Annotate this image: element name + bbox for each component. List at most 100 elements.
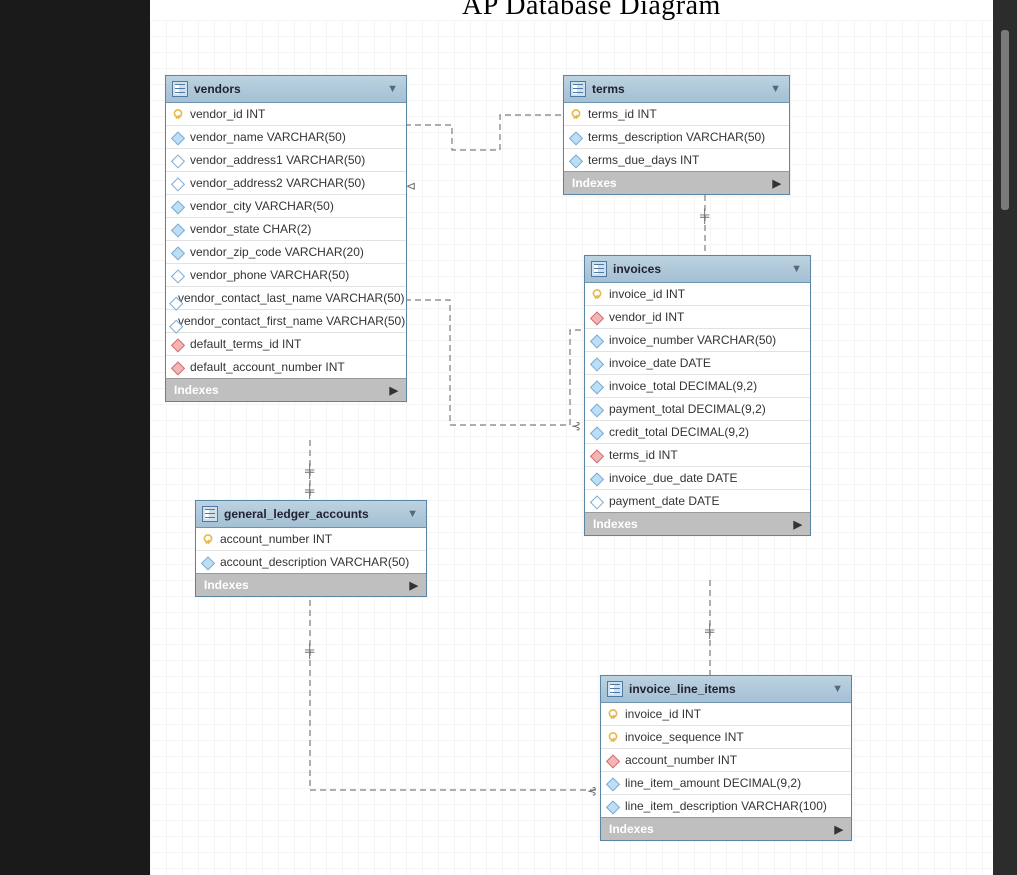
column-row[interactable]: vendor_contact_first_name VARCHAR(50) [166, 310, 406, 333]
column-row[interactable]: terms_due_days INT [564, 149, 789, 171]
page: AP Database Diagram ⊲ ⊰ ╪ ╪ ╪ ╪ ╪ ⊰ [0, 0, 1017, 875]
column-row[interactable]: invoice_id INT [585, 283, 810, 306]
column-row[interactable]: account_number INT [196, 528, 426, 551]
table-icon [591, 261, 607, 277]
entity-header[interactable]: vendors ▼ [166, 76, 406, 103]
column-icon [589, 378, 606, 395]
column-text: invoice_number VARCHAR(50) [609, 333, 776, 347]
entity-header[interactable]: invoices ▼ [585, 256, 810, 283]
column-row[interactable]: vendor_id INT [585, 306, 810, 329]
expand-icon[interactable]: ▶ [835, 823, 843, 836]
column-row[interactable]: invoice_due_date DATE [585, 467, 810, 490]
column-row[interactable]: vendor_contact_last_name VARCHAR(50) [166, 287, 406, 310]
collapse-icon[interactable]: ▼ [770, 83, 781, 95]
column-icon [170, 198, 187, 215]
column-row[interactable]: vendor_state CHAR(2) [166, 218, 406, 241]
entity-invoices[interactable]: invoices ▼ invoice_id INT vendor_id INT in… [584, 255, 811, 536]
column-row[interactable]: default_account_number INT [166, 356, 406, 378]
column-icon [170, 129, 187, 146]
indexes-section[interactable]: Indexes ▶ [585, 512, 810, 535]
column-row[interactable]: vendor_city VARCHAR(50) [166, 195, 406, 218]
column-row[interactable]: vendor_id INT [166, 103, 406, 126]
collapse-icon[interactable]: ▼ [387, 83, 398, 95]
indexes-label: Indexes [572, 176, 617, 190]
entity-header[interactable]: general_ledger_accounts ▼ [196, 501, 426, 528]
column-row[interactable]: terms_id INT [585, 444, 810, 467]
column-row[interactable]: vendor_phone VARCHAR(50) [166, 264, 406, 287]
indexes-section[interactable]: Indexes ▶ [601, 817, 851, 840]
expand-icon[interactable]: ▶ [794, 518, 802, 531]
column-text: invoice_id INT [609, 287, 685, 301]
column-row[interactable]: vendor_name VARCHAR(50) [166, 126, 406, 149]
column-row[interactable]: account_description VARCHAR(50) [196, 551, 426, 573]
indexes-section[interactable]: Indexes ▶ [564, 171, 789, 194]
column-text: account_number INT [625, 753, 737, 767]
column-icon [200, 554, 217, 571]
column-row[interactable]: vendor_address2 VARCHAR(50) [166, 172, 406, 195]
entity-terms[interactable]: terms ▼ terms_id INTterms_description VA… [563, 75, 790, 195]
column-text: invoice_due_date DATE [609, 471, 738, 485]
column-row[interactable]: vendor_address1 VARCHAR(50) [166, 149, 406, 172]
column-row[interactable]: invoice_date DATE [585, 352, 810, 375]
scrollbar-thumb[interactable] [1001, 30, 1009, 210]
column-row[interactable]: account_number INT [601, 749, 851, 772]
foreign-key-icon [589, 309, 606, 326]
indexes-label: Indexes [609, 822, 654, 836]
column-icon [170, 244, 187, 261]
column-text: default_account_number INT [190, 360, 345, 374]
column-icon [589, 355, 606, 372]
entity-vendors[interactable]: vendors ▼ vendor_id INT vendor_name VARCH… [165, 75, 407, 402]
foreign-key-icon [605, 752, 622, 769]
vertical-scrollbar[interactable] [993, 0, 1017, 875]
indexes-section[interactable]: Indexes ▶ [196, 573, 426, 596]
column-row[interactable]: credit_total DECIMAL(9,2) [585, 421, 810, 444]
column-icon [568, 129, 585, 146]
column-text: vendor_contact_last_name VARCHAR(50) [178, 291, 405, 305]
nullable-column-icon [168, 317, 176, 325]
column-row[interactable]: terms_id INT [564, 103, 789, 126]
entity-title: invoice_line_items [629, 682, 736, 696]
scrollbar-track[interactable] [998, 0, 1012, 875]
nullable-column-icon [168, 294, 176, 302]
expand-icon[interactable]: ▶ [773, 177, 781, 190]
column-text: terms_due_days INT [588, 153, 699, 167]
column-row[interactable]: line_item_description VARCHAR(100) [601, 795, 851, 817]
column-row[interactable]: vendor_zip_code VARCHAR(20) [166, 241, 406, 264]
column-text: vendor_contact_first_name VARCHAR(50) [178, 314, 405, 328]
column-text: payment_total DECIMAL(9,2) [609, 402, 766, 416]
column-row[interactable]: invoice_number VARCHAR(50) [585, 329, 810, 352]
entity-invoice-line-items[interactable]: invoice_line_items ▼ invoice_id INTinvoi… [600, 675, 852, 841]
column-row[interactable]: terms_description VARCHAR(50) [564, 126, 789, 149]
entity-header[interactable]: terms ▼ [564, 76, 789, 103]
column-icon [589, 401, 606, 418]
expand-icon[interactable]: ▶ [390, 384, 398, 397]
column-text: line_item_amount DECIMAL(9,2) [625, 776, 801, 790]
column-row[interactable]: invoice_sequence INT [601, 726, 851, 749]
diagram-canvas[interactable]: ⊲ ⊰ ╪ ╪ ╪ ╪ ╪ ⊰ vendors ▼ v [150, 20, 993, 875]
table-icon [607, 681, 623, 697]
diagram-title: AP Database Diagram [462, 0, 721, 22]
column-row[interactable]: payment_total DECIMAL(9,2) [585, 398, 810, 421]
column-text: vendor_name VARCHAR(50) [190, 130, 346, 144]
column-row[interactable]: line_item_amount DECIMAL(9,2) [601, 772, 851, 795]
column-row[interactable]: payment_date DATE [585, 490, 810, 512]
entity-title: invoices [613, 262, 661, 276]
indexes-section[interactable]: Indexes ▶ [166, 378, 406, 401]
column-text: account_description VARCHAR(50) [220, 555, 409, 569]
column-icon [589, 424, 606, 441]
column-text: invoice_total DECIMAL(9,2) [609, 379, 757, 393]
expand-icon[interactable]: ▶ [410, 579, 418, 592]
collapse-icon[interactable]: ▼ [407, 508, 418, 520]
column-row[interactable]: default_terms_id INT [166, 333, 406, 356]
entity-title: terms [592, 82, 625, 96]
column-row[interactable]: invoice_total DECIMAL(9,2) [585, 375, 810, 398]
column-text: line_item_description VARCHAR(100) [625, 799, 827, 813]
collapse-icon[interactable]: ▼ [832, 683, 843, 695]
foreign-key-icon [170, 336, 187, 353]
column-row[interactable]: invoice_id INT [601, 703, 851, 726]
collapse-icon[interactable]: ▼ [791, 263, 802, 275]
entity-general-ledger-accounts[interactable]: general_ledger_accounts ▼ account_number… [195, 500, 427, 597]
entity-header[interactable]: invoice_line_items ▼ [601, 676, 851, 703]
foreign-key-icon [170, 359, 187, 376]
column-text: credit_total DECIMAL(9,2) [609, 425, 749, 439]
